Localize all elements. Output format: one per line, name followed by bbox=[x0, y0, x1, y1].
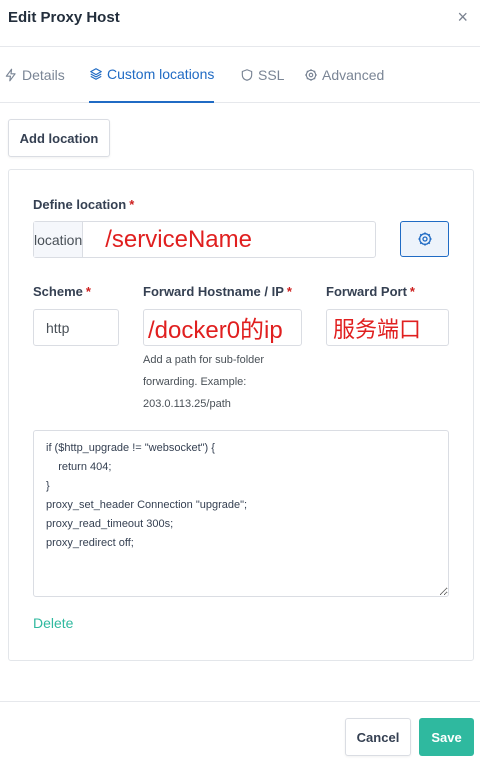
required-mark: * bbox=[129, 197, 135, 212]
layers-icon bbox=[90, 68, 102, 80]
location-prefix: location bbox=[34, 222, 84, 257]
scheme-label: Scheme * bbox=[33, 284, 91, 299]
tab-bar: Details Custom locations SSL Advanced bbox=[0, 47, 480, 103]
gear-icon bbox=[417, 232, 432, 246]
required-mark: * bbox=[286, 284, 292, 299]
cancel-button[interactable]: Cancel bbox=[345, 718, 411, 756]
close-icon[interactable]: × bbox=[457, 8, 468, 26]
tab-advanced-label: Advanced bbox=[322, 67, 385, 83]
scheme-input[interactable] bbox=[33, 309, 119, 346]
define-location-label: Define location * bbox=[33, 197, 134, 212]
forward-hostname-label: Forward Hostname / IP * bbox=[143, 284, 292, 299]
scheme-label-text: Scheme bbox=[33, 284, 83, 299]
tab-details[interactable]: Details bbox=[4, 47, 65, 103]
forward-port-input[interactable] bbox=[326, 309, 449, 346]
modal-title: Edit Proxy Host bbox=[8, 9, 120, 26]
add-location-button[interactable]: Add location bbox=[8, 119, 110, 157]
tab-details-label: Details bbox=[22, 67, 65, 83]
save-button[interactable]: Save bbox=[419, 718, 474, 756]
modal-header: Edit Proxy Host × bbox=[0, 0, 480, 47]
location-settings-button[interactable] bbox=[400, 221, 449, 257]
hostname-hint: Add a path for sub-folder forwarding. Ex… bbox=[143, 354, 265, 410]
advanced-config-textarea[interactable]: if ($http_upgrade != "websocket") { retu… bbox=[33, 430, 449, 597]
location-input-group: location bbox=[33, 221, 416, 258]
forward-hostname-label-text: Forward Hostname / IP bbox=[143, 284, 284, 299]
shield-icon bbox=[241, 69, 253, 81]
gear-icon bbox=[305, 69, 317, 81]
location-path-input[interactable] bbox=[83, 222, 416, 257]
tab-advanced[interactable]: Advanced bbox=[304, 47, 384, 103]
required-mark: * bbox=[409, 284, 415, 299]
forward-port-label-text: Forward Port bbox=[326, 284, 407, 299]
forward-hostname-input[interactable] bbox=[143, 309, 302, 346]
lightning-icon bbox=[5, 68, 16, 82]
delete-location-link[interactable]: Delete bbox=[33, 615, 73, 631]
tab-ssl[interactable]: SSL bbox=[240, 47, 284, 103]
required-mark: * bbox=[85, 284, 91, 299]
define-location-text: Define location bbox=[33, 197, 127, 212]
tab-custom-locations[interactable]: Custom locations bbox=[89, 47, 215, 103]
tab-custom-locations-label: Custom locations bbox=[107, 66, 215, 82]
forward-port-label: Forward Port * bbox=[326, 284, 415, 299]
tab-ssl-label: SSL bbox=[258, 67, 285, 83]
